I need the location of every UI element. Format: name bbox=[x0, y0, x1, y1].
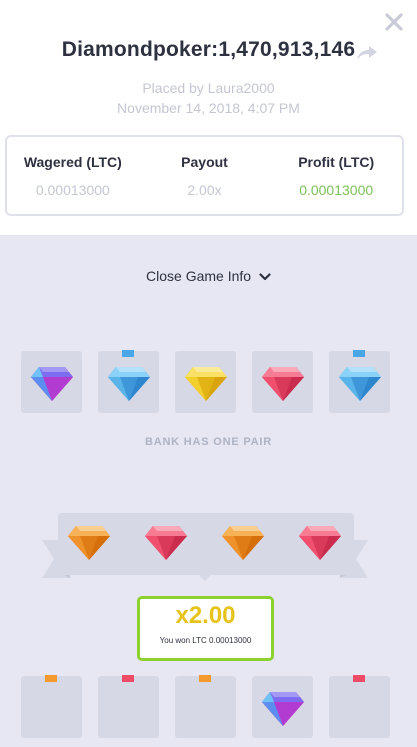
close-button[interactable] bbox=[382, 10, 406, 34]
player-slot-1 bbox=[21, 675, 82, 738]
slot-marker bbox=[45, 675, 57, 682]
blue-gem-icon bbox=[108, 367, 150, 401]
win-multiplier: x2.00 bbox=[175, 602, 236, 629]
orange-gem-icon bbox=[68, 526, 110, 560]
red-gem-icon bbox=[262, 367, 304, 401]
yellow-gem-icon bbox=[185, 367, 227, 401]
slot-marker bbox=[353, 350, 365, 357]
player-slot-2 bbox=[98, 675, 159, 738]
wagered-stat: Wagered (LTC) 0.00013000 bbox=[7, 137, 139, 214]
slot-marker bbox=[353, 675, 365, 682]
red-gem-icon bbox=[299, 526, 341, 560]
toggle-label: Close Game Info bbox=[146, 268, 252, 284]
bank-slot-4 bbox=[252, 351, 313, 413]
slot-marker bbox=[122, 675, 134, 682]
purple-gem-icon bbox=[31, 367, 73, 401]
wagered-value: 0.00013000 bbox=[35, 182, 110, 198]
placed-by: Placed by Laura2000 bbox=[142, 80, 275, 96]
purple-gem-icon bbox=[262, 692, 304, 726]
chevron-down-icon bbox=[259, 273, 271, 281]
bank-slot-3 bbox=[175, 351, 236, 413]
profit-label: Profit (LTC) bbox=[298, 154, 375, 170]
win-box: x2.00 You won LTC 0.00013000 bbox=[137, 596, 274, 661]
stats-panel: Wagered (LTC) 0.00013000 Payout 2.00x Pr… bbox=[5, 135, 404, 216]
payout-label: Payout bbox=[181, 154, 228, 170]
player-slot-5 bbox=[329, 675, 390, 738]
bet-date: November 14, 2018, 4:07 PM bbox=[117, 100, 300, 116]
blue-gem-icon bbox=[339, 367, 381, 401]
profit-value: 0.00013000 bbox=[299, 182, 374, 198]
bank-slot-2 bbox=[98, 350, 159, 413]
bet-title: Diamondpoker:1,470,913,146 bbox=[61, 38, 356, 61]
player-slot-4 bbox=[252, 676, 313, 738]
game-area bbox=[0, 235, 417, 747]
wagered-label: Wagered (LTC) bbox=[23, 154, 122, 170]
share-icon[interactable] bbox=[356, 44, 378, 62]
bank-slot-5 bbox=[329, 350, 390, 413]
red-gem-icon bbox=[145, 526, 187, 560]
ribbon-pointer bbox=[197, 573, 213, 581]
payout-stat: Payout 2.00x bbox=[139, 137, 271, 214]
payout-value: 2.00x bbox=[187, 182, 222, 198]
orange-gem-icon bbox=[222, 526, 264, 560]
player-slot-3 bbox=[175, 675, 236, 738]
close-icon bbox=[385, 13, 403, 31]
close-game-info-toggle[interactable]: Close Game Info bbox=[0, 268, 417, 284]
slot-marker bbox=[122, 350, 134, 357]
slot-marker bbox=[199, 675, 211, 682]
profit-stat: Profit (LTC) 0.00013000 bbox=[270, 137, 402, 214]
bank-result-label: BANK HAS ONE PAIR bbox=[144, 436, 273, 448]
bank-slot-1 bbox=[21, 351, 82, 413]
win-text: You won LTC 0.00013000 bbox=[159, 636, 252, 645]
bet-header: Diamondpoker:1,470,913,146 bbox=[0, 38, 417, 62]
